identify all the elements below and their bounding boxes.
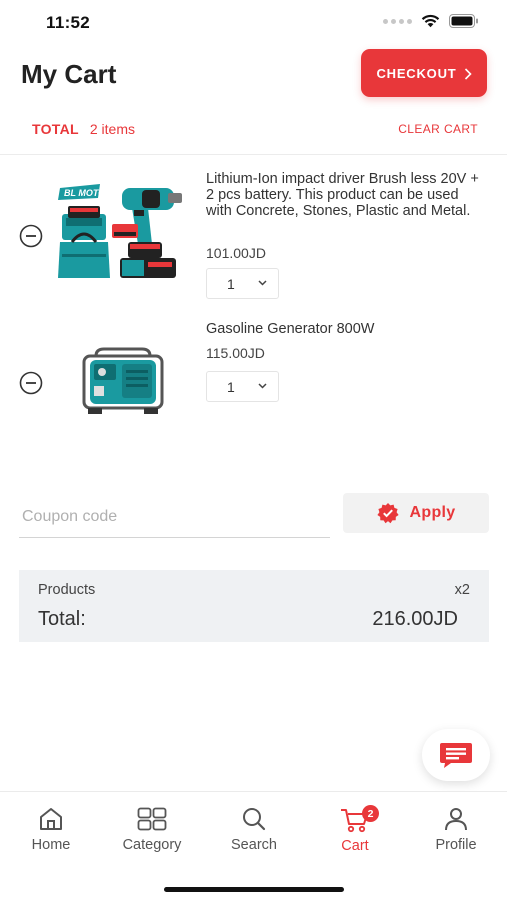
impact-driver-kit-image: BL MOTOR <box>58 184 182 278</box>
discount-badge-icon <box>376 503 399 524</box>
tab-search[interactable]: Search <box>209 807 299 853</box>
product-name[interactable]: Gasoline Generator 800W <box>206 321 488 337</box>
profile-icon <box>445 808 467 831</box>
checkout-button[interactable]: CHECKOUT <box>361 49 487 97</box>
tab-home[interactable]: Home <box>6 807 96 853</box>
search-icon <box>243 808 266 831</box>
tab-label: Category <box>122 837 182 853</box>
order-total-value: 216.00JD <box>372 608 458 630</box>
status-time: 11:52 <box>46 13 91 32</box>
chat-button[interactable] <box>422 729 490 781</box>
total-label: TOTAL <box>32 121 79 137</box>
coupon-code-input[interactable] <box>19 496 330 538</box>
cart-item: Gasoline Generator 800W 115.00JD 1 <box>0 318 507 428</box>
battery-icon <box>449 14 478 28</box>
products-count: x2 <box>454 582 470 598</box>
status-icons <box>383 14 479 28</box>
products-label: Products <box>38 582 96 598</box>
tab-label: Search <box>231 837 277 853</box>
chat-icon <box>440 743 472 768</box>
product-price: 115.00JD <box>206 345 265 361</box>
remove-item-icon[interactable] <box>19 371 43 395</box>
quantity-select[interactable]: 1 <box>206 371 279 402</box>
page-title: My Cart <box>21 59 117 89</box>
tab-label: Cart <box>341 838 369 854</box>
bottom-tab-bar: Home Category Search 2 Cart Profile <box>0 791 507 900</box>
remove-item-icon[interactable] <box>19 224 43 248</box>
chevron-right-icon <box>464 67 472 80</box>
cart-item: BL MOTOR Lithium-Ion impact driver Brush… <box>0 160 507 310</box>
order-summary: Products x2 Total: 216.00JD <box>19 570 489 642</box>
product-name[interactable]: Lithium-Ion impact driver Brush less 20V… <box>206 171 488 219</box>
quantity-value: 1 <box>227 378 235 395</box>
chevron-down-icon <box>258 383 267 389</box>
divider <box>0 154 507 155</box>
signal-icon <box>383 18 412 24</box>
home-icon <box>40 808 62 830</box>
product-price: 101.00JD <box>206 245 266 261</box>
cart-total-summary: TOTAL 2 items <box>32 121 135 137</box>
svg-text:BL MOTOR: BL MOTOR <box>64 188 112 198</box>
tab-profile[interactable]: Profile <box>411 807 501 853</box>
chevron-down-icon <box>258 280 267 286</box>
tab-category[interactable]: Category <box>107 807 197 853</box>
quantity-value: 1 <box>227 275 235 292</box>
tab-label: Profile <box>435 837 477 853</box>
home-indicator <box>164 887 344 892</box>
status-bar: 11:52 <box>0 0 507 46</box>
clear-cart-button[interactable]: CLEAR CART <box>398 122 478 136</box>
order-total-label: Total: <box>38 608 86 630</box>
apply-coupon-button[interactable]: Apply <box>343 493 489 533</box>
item-count: 2 items <box>89 121 135 137</box>
tab-label: Home <box>31 837 71 853</box>
wifi-icon <box>421 14 440 28</box>
apply-label: Apply <box>409 504 456 521</box>
checkout-label: CHECKOUT <box>376 65 457 81</box>
tab-cart[interactable]: 2 Cart <box>310 805 400 854</box>
cart-badge: 2 <box>362 805 379 822</box>
grid-icon <box>137 807 167 831</box>
quantity-select[interactable]: 1 <box>206 268 279 299</box>
gasoline-generator-image <box>82 347 164 414</box>
